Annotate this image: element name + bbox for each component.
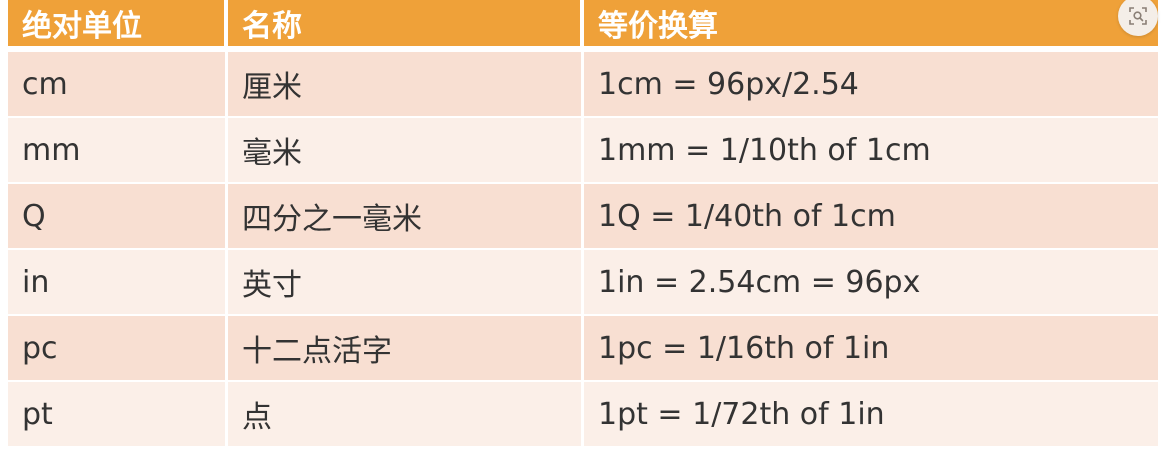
equivalent-cell: 1pc = 1/16th of 1in — [584, 316, 1158, 382]
name-cell: 点 — [228, 382, 584, 448]
table-row: pt 点 1pt = 1/72th of 1in — [8, 382, 1158, 448]
name-cell: 四分之一毫米 — [228, 184, 584, 250]
header-name: 名称 — [228, 0, 584, 52]
table-row: Q 四分之一毫米 1Q = 1/40th of 1cm — [8, 184, 1158, 250]
name-cell: 厘米 — [228, 52, 584, 118]
unit-cell: pt — [8, 382, 228, 448]
unit-cell: Q — [8, 184, 228, 250]
units-table-container: 绝对单位 名称 等价换算 cm 厘米 1cm = 96px/2.54 mm 毫米… — [8, 0, 1158, 455]
table-row: mm 毫米 1mm = 1/10th of 1cm — [8, 118, 1158, 184]
unit-cell: mm — [8, 118, 228, 184]
table-row: cm 厘米 1cm = 96px/2.54 — [8, 52, 1158, 118]
image-search-icon — [1129, 7, 1147, 25]
equivalent-cell: 1cm = 96px/2.54 — [584, 52, 1158, 118]
header-row: 绝对单位 名称 等价换算 — [8, 0, 1158, 52]
table-row: in 英寸 1in = 2.54cm = 96px — [8, 250, 1158, 316]
equivalent-cell: 1pt = 1/72th of 1in — [584, 382, 1158, 448]
unit-cell: in — [8, 250, 228, 316]
unit-cell: cm — [8, 52, 228, 118]
table-row: pc 十二点活字 1pc = 1/16th of 1in — [8, 316, 1158, 382]
absolute-units-table: 绝对单位 名称 等价换算 cm 厘米 1cm = 96px/2.54 mm 毫米… — [8, 0, 1158, 448]
equivalent-cell: 1mm = 1/10th of 1cm — [584, 118, 1158, 184]
equivalent-cell: 1Q = 1/40th of 1cm — [584, 184, 1158, 250]
name-cell: 英寸 — [228, 250, 584, 316]
header-equivalent: 等价换算 — [584, 0, 1158, 52]
header-absolute-unit: 绝对单位 — [8, 0, 228, 52]
equivalent-cell: 1in = 2.54cm = 96px — [584, 250, 1158, 316]
unit-cell: pc — [8, 316, 228, 382]
name-cell: 毫米 — [228, 118, 584, 184]
name-cell: 十二点活字 — [228, 316, 584, 382]
